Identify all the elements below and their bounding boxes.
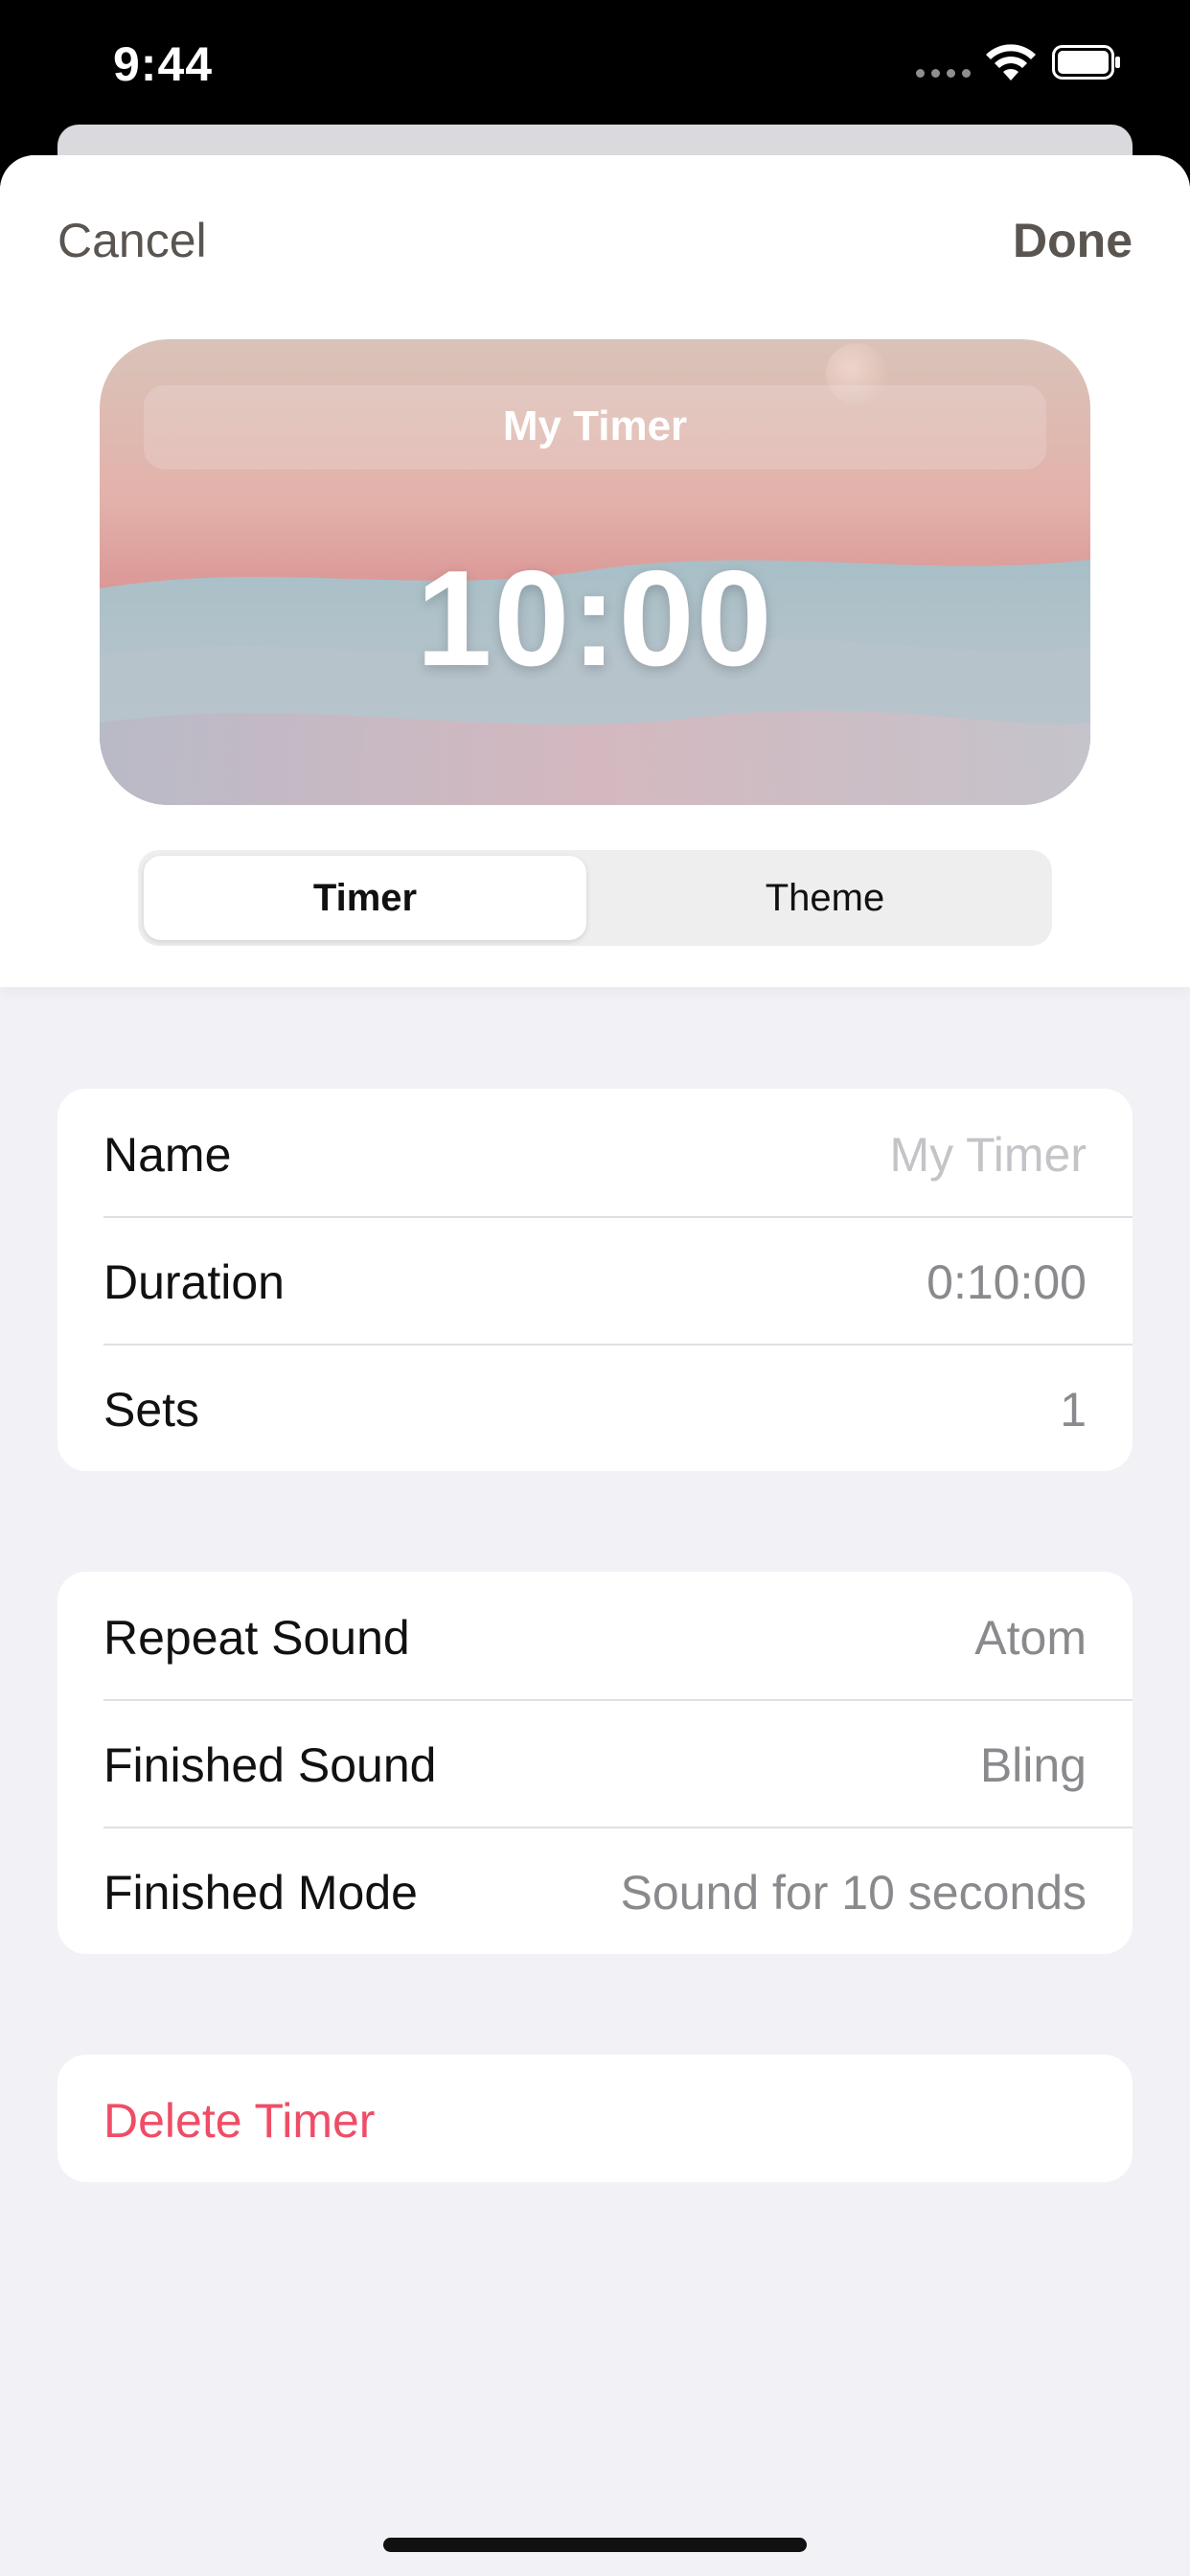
sound-settings-group: Repeat Sound Atom Finished Sound Bling F…: [57, 1572, 1133, 1954]
timer-settings-group: Name My Timer Duration 0:10:00 Sets 1: [57, 1089, 1133, 1471]
battery-icon: [1052, 45, 1120, 80]
delete-timer-button[interactable]: Delete Timer: [57, 2055, 1133, 2182]
repeat-sound-row[interactable]: Repeat Sound Atom: [57, 1572, 1133, 1699]
cancel-button[interactable]: Cancel: [57, 213, 207, 268]
sets-value: 1: [1060, 1383, 1087, 1437]
sheet-header: Cancel Done My Timer 10:00 Timer Theme: [0, 155, 1190, 987]
preview-timer-name: My Timer: [502, 402, 688, 449]
home-indicator: [383, 2538, 807, 2552]
finished-sound-row[interactable]: Finished Sound Bling: [57, 1699, 1133, 1827]
finished-sound-value: Bling: [979, 1738, 1087, 1792]
finished-sound-label: Finished Sound: [103, 1738, 437, 1792]
preview-title-bar: My Timer: [144, 385, 1046, 470]
name-field[interactable]: My Timer: [889, 1127, 1087, 1183]
repeat-sound-value: Atom: [974, 1611, 1087, 1665]
delete-timer-label: Delete Timer: [103, 2094, 376, 2148]
status-time: 9:44: [113, 37, 214, 91]
segment-timer[interactable]: Timer: [144, 856, 586, 940]
sets-row[interactable]: Sets 1: [57, 1344, 1133, 1471]
delete-group: Delete Timer: [57, 2055, 1133, 2182]
cellular-signal-icon: [916, 69, 971, 78]
preview-timer-time: 10:00: [416, 542, 774, 695]
done-button[interactable]: Done: [1013, 213, 1133, 268]
timer-preview-card: My Timer 10:00: [100, 339, 1090, 805]
duration-value: 0:10:00: [927, 1255, 1087, 1309]
finished-mode-row[interactable]: Finished Mode Sound for 10 seconds: [57, 1827, 1133, 1954]
duration-label: Duration: [103, 1255, 285, 1309]
repeat-sound-label: Repeat Sound: [103, 1611, 410, 1665]
duration-row[interactable]: Duration 0:10:00: [57, 1216, 1133, 1344]
finished-mode-value: Sound for 10 seconds: [620, 1866, 1087, 1920]
status-bar: 9:44: [0, 0, 1190, 134]
name-row[interactable]: Name My Timer: [57, 1089, 1133, 1216]
name-label: Name: [103, 1128, 232, 1182]
sets-label: Sets: [103, 1383, 200, 1437]
edit-timer-sheet: Cancel Done My Timer 10:00 Timer Theme N…: [0, 155, 1190, 2576]
segment-theme[interactable]: Theme: [604, 856, 1046, 940]
timer-theme-segmented-control: Timer Theme: [138, 850, 1052, 946]
finished-mode-label: Finished Mode: [103, 1866, 418, 1920]
wifi-icon: [986, 44, 1036, 80]
